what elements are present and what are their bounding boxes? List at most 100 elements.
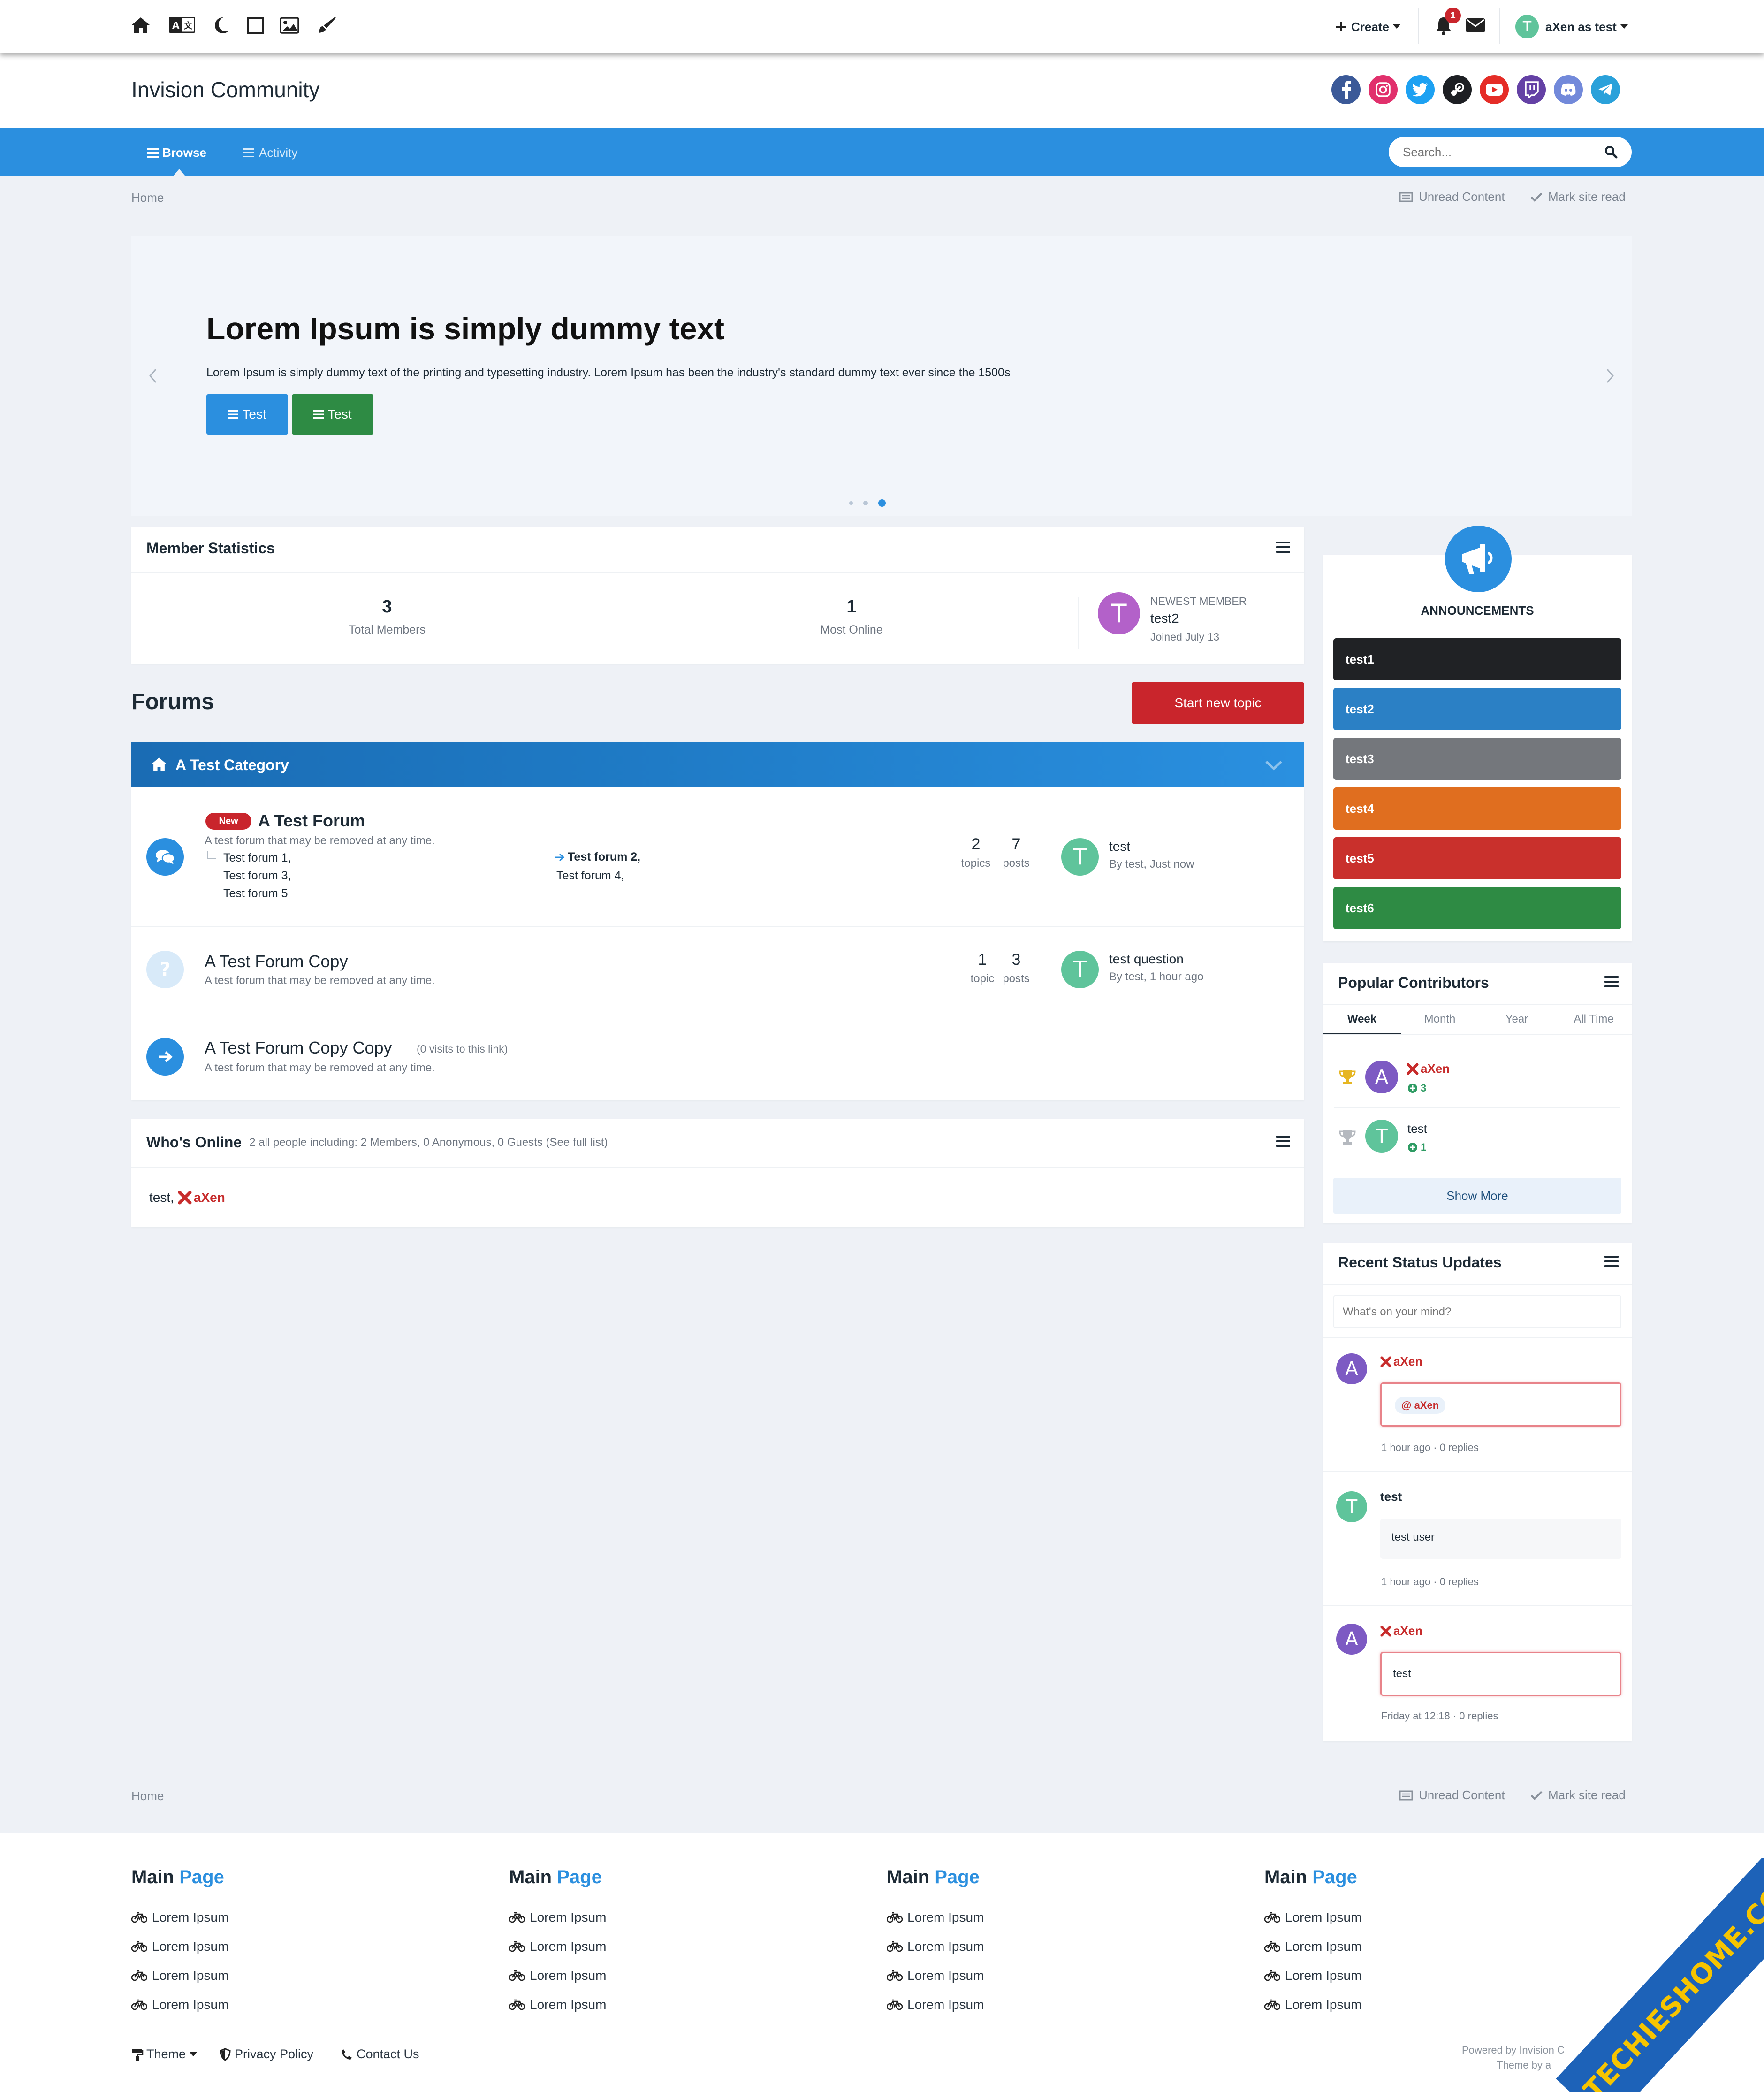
- status-avatar[interactable]: A: [1336, 1353, 1367, 1384]
- category-header[interactable]: A Test Category: [131, 742, 1304, 787]
- newest-member-avatar[interactable]: T: [1098, 592, 1140, 634]
- instagram-icon[interactable]: [1369, 75, 1398, 104]
- footer-link[interactable]: Lorem Ipsum: [131, 1990, 413, 2019]
- tab-activity[interactable]: Activity: [243, 145, 297, 160]
- status-author[interactable]: test: [1380, 1489, 1402, 1504]
- status-author[interactable]: aXen: [1393, 1354, 1422, 1369]
- search-input[interactable]: [1403, 144, 1600, 160]
- announcement-item[interactable]: test2: [1333, 688, 1621, 730]
- footer-link[interactable]: Lorem Ipsum: [1264, 1990, 1546, 2019]
- forum-read-icon[interactable]: ?: [146, 951, 184, 988]
- contributor-avatar[interactable]: A: [1365, 1061, 1398, 1093]
- tab-year[interactable]: Year: [1478, 1013, 1556, 1026]
- slider-dot[interactable]: [863, 501, 868, 505]
- forum-title[interactable]: A Test Forum Copy: [205, 952, 348, 971]
- tab-all-time[interactable]: All Time: [1555, 1013, 1633, 1026]
- telegram-icon[interactable]: [1591, 75, 1620, 104]
- tab-week[interactable]: Week: [1323, 1013, 1401, 1026]
- messages-envelope-icon[interactable]: [1466, 18, 1485, 33]
- unread-content-link[interactable]: Unread Content: [1399, 1788, 1505, 1802]
- footer-link[interactable]: Lorem Ipsum: [509, 1903, 791, 1932]
- footer-link[interactable]: Lorem Ipsum: [1264, 1961, 1546, 1990]
- online-user[interactable]: test,: [149, 1190, 174, 1205]
- breadcrumb-home[interactable]: Home: [131, 191, 164, 205]
- subforum-link[interactable]: Test forum 1,: [223, 851, 291, 865]
- forum-unread-icon[interactable]: [146, 838, 184, 876]
- subforum-link[interactable]: Test forum 5: [223, 887, 288, 901]
- search-icon[interactable]: [1604, 145, 1618, 159]
- newest-member-name[interactable]: test2: [1150, 611, 1179, 626]
- footer-link[interactable]: Lorem Ipsum: [887, 1932, 1168, 1961]
- widget-menu-icon[interactable]: [1604, 1256, 1619, 1267]
- youtube-icon[interactable]: [1480, 75, 1509, 104]
- redirect-arrow-icon[interactable]: [146, 1038, 184, 1076]
- chevron-down-icon[interactable]: [1265, 760, 1283, 771]
- whos-online-summary[interactable]: 2 all people including: 2 Members, 0 Ano…: [249, 1136, 608, 1149]
- steam-icon[interactable]: [1443, 75, 1472, 104]
- status-avatar[interactable]: T: [1336, 1491, 1367, 1522]
- status-avatar[interactable]: A: [1336, 1624, 1367, 1655]
- category-title[interactable]: A Test Category: [175, 756, 289, 774]
- contributor-name[interactable]: aXen: [1421, 1061, 1450, 1076]
- slider-prev-arrow[interactable]: [148, 368, 158, 384]
- unread-content-link[interactable]: Unread Content: [1399, 190, 1505, 204]
- announcement-item[interactable]: test6: [1333, 887, 1621, 929]
- footer-link[interactable]: Lorem Ipsum: [131, 1961, 413, 1990]
- announcement-item[interactable]: test3: [1333, 738, 1621, 780]
- discord-icon[interactable]: [1554, 75, 1583, 104]
- subforum-link-unread[interactable]: Test forum 2,: [555, 850, 640, 864]
- site-title[interactable]: Invision Community: [131, 77, 319, 102]
- forum-title[interactable]: A Test Forum: [258, 811, 365, 831]
- hero-button-2[interactable]: Test: [292, 394, 373, 435]
- announcement-item[interactable]: test4: [1333, 787, 1621, 830]
- moon-icon[interactable]: [212, 16, 230, 35]
- mark-site-read-link[interactable]: Mark site read: [1530, 190, 1626, 204]
- start-new-topic-button[interactable]: Start new topic: [1132, 682, 1304, 724]
- facebook-icon[interactable]: [1331, 75, 1361, 104]
- online-user[interactable]: aXen: [194, 1190, 225, 1205]
- mention-tag[interactable]: @ aXen: [1395, 1397, 1446, 1414]
- subforum-link[interactable]: Test forum 3,: [223, 869, 291, 883]
- forum-title[interactable]: A Test Forum Copy Copy: [205, 1038, 392, 1058]
- slider-dot-active[interactable]: [878, 499, 886, 507]
- announcement-item[interactable]: test1: [1333, 638, 1621, 680]
- last-poster-avatar[interactable]: T: [1061, 951, 1099, 988]
- footer-link[interactable]: Lorem Ipsum: [887, 1961, 1168, 1990]
- show-more-button[interactable]: Show More: [1333, 1178, 1621, 1214]
- twitter-icon[interactable]: [1406, 75, 1435, 104]
- slider-dot[interactable]: [849, 501, 853, 505]
- contributor-avatar[interactable]: T: [1365, 1120, 1398, 1153]
- slider-next-arrow[interactable]: [1605, 368, 1615, 384]
- tab-browse[interactable]: Browse: [147, 145, 206, 160]
- footer-link[interactable]: Lorem Ipsum: [509, 1961, 791, 1990]
- hero-button-1[interactable]: Test: [206, 394, 288, 435]
- privacy-policy-link[interactable]: Privacy Policy: [220, 2047, 313, 2061]
- last-poster-avatar[interactable]: T: [1061, 838, 1099, 876]
- twitch-icon[interactable]: [1517, 75, 1546, 104]
- footer-link[interactable]: Lorem Ipsum: [509, 1990, 791, 2019]
- widget-menu-icon[interactable]: [1276, 542, 1290, 553]
- mark-site-read-link[interactable]: Mark site read: [1530, 1788, 1626, 1802]
- theme-by-text[interactable]: Theme by a: [1497, 2059, 1551, 2071]
- last-post-title[interactable]: test: [1109, 839, 1130, 854]
- brush-icon[interactable]: [317, 15, 337, 35]
- create-menu[interactable]: Create: [1335, 19, 1400, 35]
- contact-us-link[interactable]: Contact Us: [341, 2047, 419, 2061]
- announcement-item[interactable]: test5: [1333, 837, 1621, 879]
- widget-menu-icon[interactable]: [1276, 1136, 1290, 1147]
- status-input[interactable]: [1343, 1304, 1610, 1321]
- status-author[interactable]: aXen: [1393, 1624, 1422, 1638]
- breadcrumb-home[interactable]: Home: [131, 1789, 164, 1803]
- contributor-name[interactable]: test: [1407, 1122, 1427, 1136]
- subforum-link[interactable]: Test forum 4,: [556, 869, 624, 883]
- image-icon[interactable]: [280, 17, 299, 34]
- footer-link[interactable]: Lorem Ipsum: [887, 1990, 1168, 2019]
- last-post-title[interactable]: test question: [1109, 952, 1184, 967]
- footer-link[interactable]: Lorem Ipsum: [131, 1903, 413, 1932]
- home-icon[interactable]: [130, 16, 151, 35]
- footer-link[interactable]: Lorem Ipsum: [509, 1932, 791, 1961]
- widget-menu-icon[interactable]: [1604, 976, 1619, 987]
- footer-link[interactable]: Lorem Ipsum: [131, 1932, 413, 1961]
- footer-link[interactable]: Lorem Ipsum: [887, 1903, 1168, 1932]
- footer-link[interactable]: Lorem Ipsum: [1264, 1903, 1546, 1932]
